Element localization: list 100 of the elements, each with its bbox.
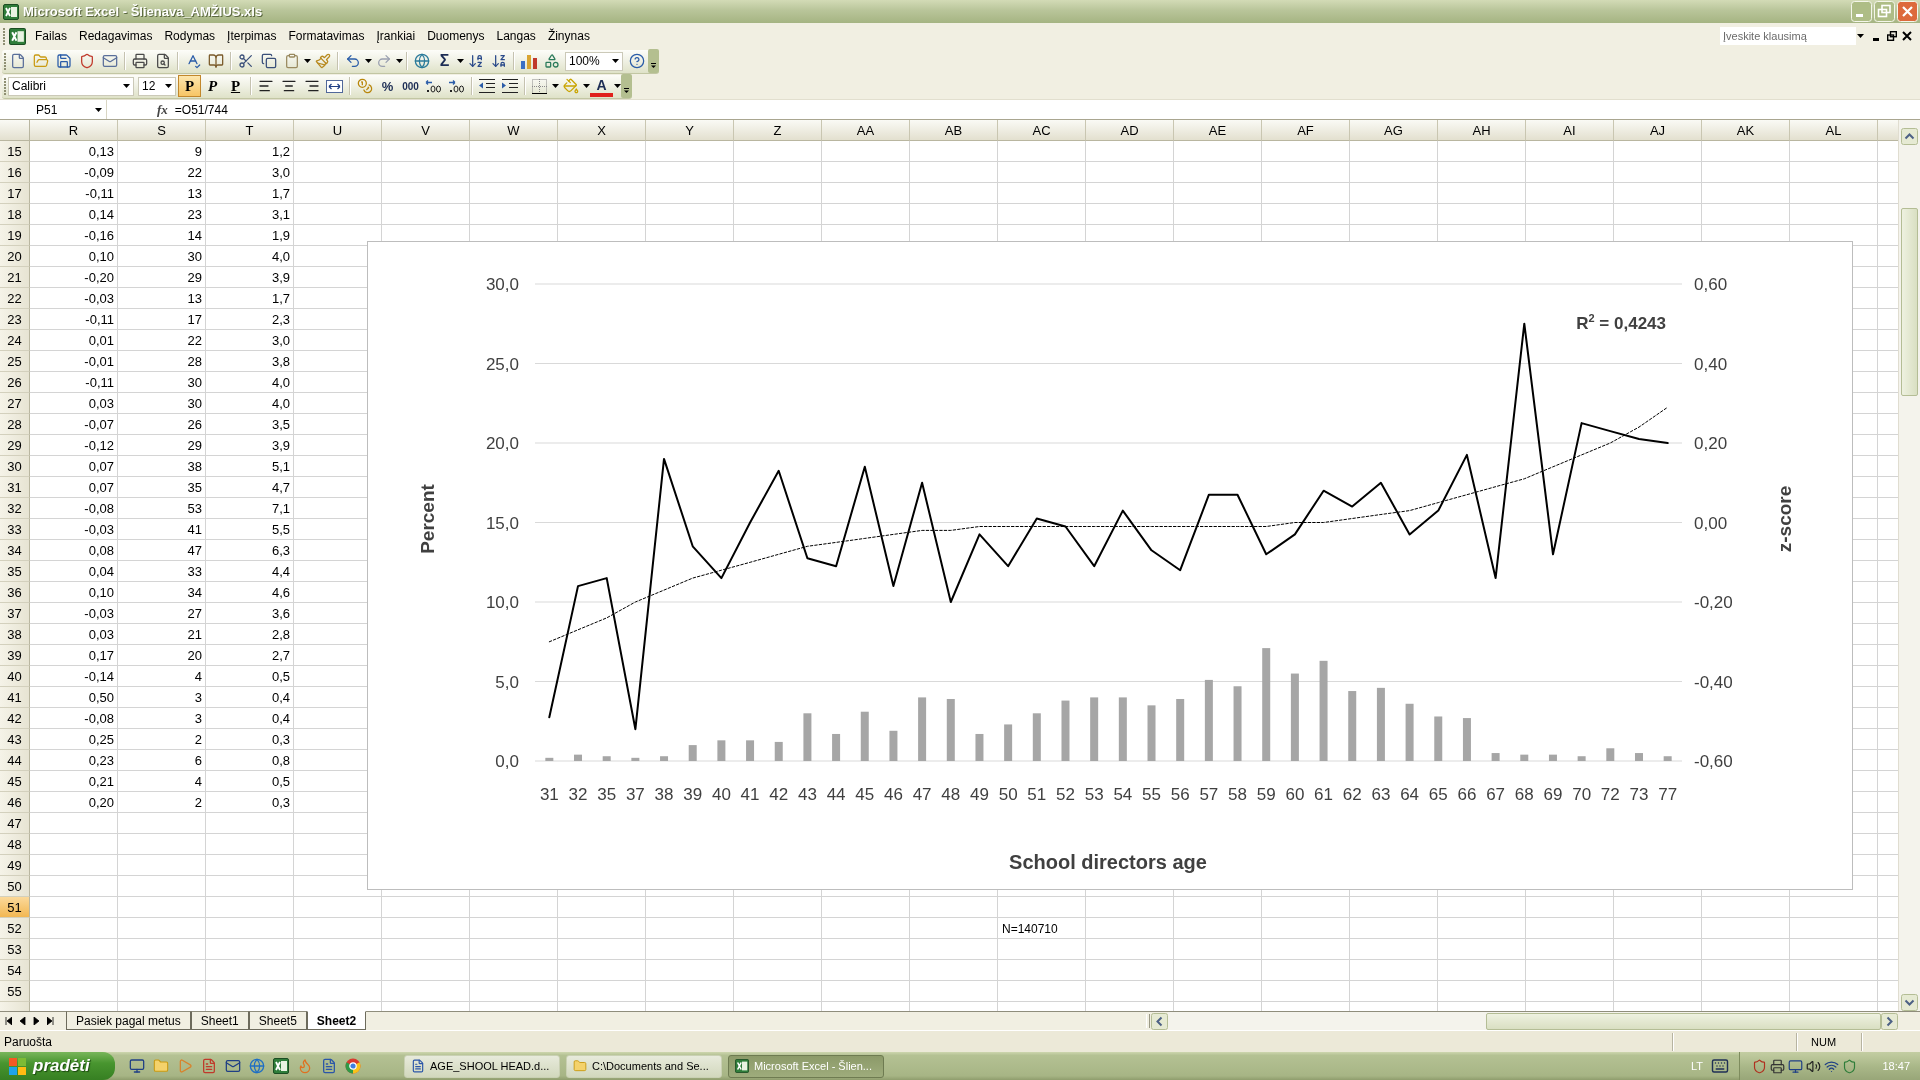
column-header[interactable]: AD <box>1086 120 1174 141</box>
scroll-right-icon[interactable] <box>1881 1012 1898 1030</box>
row-header[interactable]: 36 <box>0 582 30 603</box>
menu-item[interactable]: Failas <box>29 26 73 46</box>
row-header[interactable]: 28 <box>0 414 30 435</box>
caret-icon[interactable] <box>95 107 102 112</box>
menu-item[interactable]: Įterpimas <box>221 26 283 46</box>
previous-sheet-icon[interactable] <box>19 1017 26 1025</box>
caret-icon[interactable] <box>165 84 172 88</box>
column-header[interactable]: Z <box>734 120 822 141</box>
menu-item[interactable]: Langas <box>490 26 542 46</box>
column-header[interactable]: AJ <box>1614 120 1702 141</box>
sheet-tab[interactable]: Sheet5 <box>248 1011 307 1030</box>
caret-icon[interactable] <box>364 59 372 63</box>
sheet-tab[interactable]: Pasiek pagal metus <box>66 1011 191 1030</box>
row-header[interactable]: 27 <box>0 393 30 414</box>
restore-icon[interactable] <box>1887 31 1897 41</box>
shapes-icon[interactable] <box>543 53 560 69</box>
scroll-up-icon[interactable] <box>1901 128 1918 145</box>
printer-icon[interactable] <box>1770 1058 1785 1074</box>
font-size-field[interactable]: 12 <box>138 76 176 96</box>
row-header[interactable]: 31 <box>0 477 30 498</box>
column-header[interactable]: AA <box>822 120 910 141</box>
align-right-icon[interactable] <box>303 78 320 94</box>
row-header[interactable]: 18 <box>0 204 30 225</box>
print-icon[interactable] <box>131 53 148 69</box>
column-header[interactable]: X <box>558 120 646 141</box>
row-header[interactable]: 44 <box>0 750 30 771</box>
column-header[interactable]: AE <box>1174 120 1262 141</box>
menu-item[interactable]: Redagavimas <box>73 26 159 46</box>
new-document-icon[interactable] <box>9 53 26 69</box>
sheet-tab[interactable]: Sheet1 <box>190 1011 249 1030</box>
help-icon[interactable] <box>628 53 645 69</box>
caret-icon[interactable] <box>303 59 311 63</box>
row-header[interactable]: 33 <box>0 519 30 540</box>
vertical-scrollbar[interactable] <box>1898 120 1920 1011</box>
italic-button[interactable]: P <box>201 75 224 97</box>
row-header[interactable]: 42 <box>0 708 30 729</box>
column-header[interactable]: AF <box>1262 120 1350 141</box>
caret-icon[interactable] <box>613 84 621 88</box>
caret-icon[interactable] <box>395 59 403 63</box>
scroll-left-icon[interactable] <box>1151 1012 1168 1030</box>
taskbar-button[interactable]: AGE_SHOOL HEAD.d... <box>404 1054 560 1078</box>
menu-item[interactable]: Žinynas <box>541 26 596 46</box>
row-header[interactable]: 23 <box>0 309 30 330</box>
column-header[interactable]: AB <box>910 120 998 141</box>
bar-chart-icon[interactable] <box>520 53 537 69</box>
spreadsheet-app-icon[interactable] <box>3 3 19 20</box>
shield-icon[interactable] <box>78 53 95 69</box>
next-sheet-icon[interactable] <box>33 1017 40 1025</box>
monitor-icon[interactable] <box>1788 1058 1803 1074</box>
first-sheet-icon[interactable] <box>5 1017 12 1025</box>
column-header[interactable]: Y <box>646 120 734 141</box>
sheet-tab[interactable]: Sheet2 <box>306 1011 367 1030</box>
horizontal-scrollbar[interactable] <box>1168 1012 1881 1030</box>
align-center-icon[interactable] <box>280 78 297 94</box>
globe-icon[interactable] <box>413 53 430 69</box>
row-header[interactable]: 38 <box>0 624 30 645</box>
circle-icon[interactable] <box>345 1058 361 1074</box>
column-header[interactable]: S <box>118 120 206 141</box>
sort-ascending-icon[interactable] <box>467 53 484 69</box>
column-header[interactable]: T <box>206 120 294 141</box>
caret-icon[interactable] <box>551 84 559 88</box>
cut-icon[interactable] <box>237 53 254 69</box>
row-header[interactable]: 50 <box>0 876 30 897</box>
document-icon[interactable] <box>201 1058 217 1074</box>
document-icon[interactable] <box>321 1058 337 1074</box>
row-header[interactable]: 48 <box>0 834 30 855</box>
name-box-field[interactable]: P51 <box>0 100 107 119</box>
row-header[interactable]: 49 <box>0 855 30 876</box>
desktop-icon[interactable] <box>129 1058 145 1074</box>
align-left-icon[interactable] <box>257 78 274 94</box>
increase-indent-icon[interactable] <box>501 79 518 93</box>
row-header[interactable]: 55 <box>0 981 30 1002</box>
scrollbar-thumb[interactable] <box>1486 1012 1881 1030</box>
caret-icon[interactable] <box>1856 34 1864 38</box>
menu-item[interactable]: Įrankiai <box>370 26 422 46</box>
shield-icon[interactable] <box>1842 1058 1857 1074</box>
row-header[interactable]: 26 <box>0 372 30 393</box>
fill-color-icon[interactable] <box>562 78 579 94</box>
column-header[interactable]: AH <box>1438 120 1526 141</box>
insert-function-button[interactable]: fx <box>153 101 172 118</box>
row-header[interactable]: 17 <box>0 183 30 204</box>
column-header[interactable]: V <box>382 120 470 141</box>
row-header[interactable]: 43 <box>0 729 30 750</box>
row-header[interactable]: 22 <box>0 288 30 309</box>
volume-icon[interactable] <box>1806 1058 1821 1074</box>
row-header[interactable]: 16 <box>0 162 30 183</box>
underline-button[interactable]: P <box>224 75 247 97</box>
borders-icon[interactable] <box>532 78 547 94</box>
book-icon[interactable] <box>207 53 224 69</box>
shield-icon[interactable] <box>1752 1058 1767 1074</box>
row-header[interactable]: 52 <box>0 918 30 939</box>
close-icon[interactable] <box>1902 31 1912 41</box>
last-sheet-icon[interactable] <box>47 1017 54 1025</box>
row-header[interactable]: 34 <box>0 540 30 561</box>
zoom-field[interactable]: 100% <box>565 51 623 71</box>
mail-icon[interactable] <box>225 1058 241 1074</box>
toolbar-options-icon[interactable] <box>621 74 632 98</box>
column-header[interactable]: R <box>30 120 118 141</box>
